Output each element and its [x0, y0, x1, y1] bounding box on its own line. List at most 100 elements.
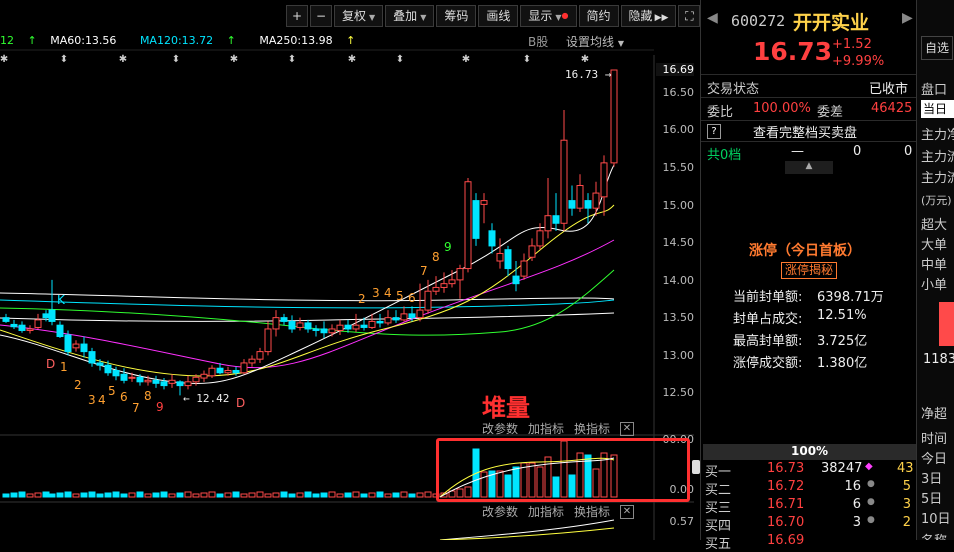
- td-down-count: 6: [120, 390, 128, 404]
- candle-body: [304, 322, 312, 330]
- price-tick: 14.00: [662, 274, 695, 287]
- candle-body: [144, 379, 152, 383]
- sell-total-volume: 0: [853, 144, 862, 159]
- volume-bar: [26, 493, 34, 498]
- bid-label: 买二: [705, 483, 732, 498]
- day-10[interactable]: 10日: [921, 508, 951, 527]
- candle-body: [496, 252, 504, 262]
- dot-icon: ●: [867, 479, 875, 489]
- candle-body: [280, 317, 288, 322]
- volume-bar: [48, 493, 56, 498]
- bid-count: 5: [902, 479, 911, 494]
- bid-price: 16.70: [767, 515, 805, 530]
- candle-body: [256, 351, 264, 360]
- moving-average-line: [0, 312, 615, 322]
- add-indicator-button[interactable]: 加指标: [528, 420, 564, 437]
- watchlist-button[interactable]: 自选: [921, 36, 953, 60]
- volume-bar: [144, 493, 152, 498]
- volume-bar: [2, 493, 10, 498]
- candle-body: [392, 317, 400, 321]
- bid-price: 16.72: [767, 479, 805, 494]
- diamond-icon: ◆: [865, 461, 873, 472]
- day-today[interactable]: 今日: [921, 448, 947, 467]
- limit-up-reveal-button[interactable]: 涨停揭秘: [781, 262, 838, 279]
- candle-body: [440, 283, 448, 288]
- tab-today[interactable]: 当日: [921, 100, 954, 118]
- bid-label: 买四: [705, 519, 732, 534]
- size-large-label: 大单: [921, 238, 948, 253]
- td-up-count: 5: [396, 289, 404, 303]
- td-down-count: 7: [132, 401, 140, 415]
- candle-body: [200, 373, 208, 379]
- candle-body: [168, 379, 176, 384]
- weibi-value: 100.00%: [753, 101, 811, 116]
- candle-body: [368, 320, 376, 328]
- candle-body: [336, 324, 344, 331]
- volume-bar: [360, 493, 368, 498]
- switch-indicator-button[interactable]: 换指标: [574, 420, 610, 437]
- volume-bar: [320, 492, 328, 498]
- volume-bar: [64, 491, 72, 498]
- candle-body: [112, 369, 120, 377]
- candle-body: [128, 376, 136, 379]
- volume-bar: [112, 491, 120, 498]
- volume-bar: [400, 491, 408, 498]
- volume-bar: [408, 493, 416, 498]
- bid-label: 买五: [705, 537, 732, 552]
- candle-body: [184, 381, 192, 387]
- candle-body: [2, 317, 10, 322]
- add-indicator-button-2[interactable]: 加指标: [528, 503, 564, 520]
- tab-pankou[interactable]: 盘口: [921, 79, 947, 98]
- stock-code: 600272: [731, 12, 786, 30]
- day-5[interactable]: 5日: [921, 488, 942, 507]
- close-indicator-icon[interactable]: ✕: [620, 505, 634, 519]
- marker-icon: ⬍: [523, 54, 531, 65]
- next-stock-icon[interactable]: ▶: [902, 10, 913, 26]
- candle-body: [552, 215, 560, 224]
- td-down-count: 1: [60, 360, 68, 374]
- volume-bar: [312, 493, 320, 498]
- marker-icon: ✱: [348, 54, 356, 65]
- main-flow-label-1: 主力净: [921, 128, 954, 143]
- volume-bar: [288, 493, 296, 498]
- volume-bar: [424, 491, 432, 498]
- marker-icon: ✱: [581, 54, 589, 65]
- kline-chart-area[interactable]: + − 复权 ▼ 叠加 ▼ 筹码 画线 显示 ▼● 简约 隐藏 ▶▶ ⛶ 12 ↑ MA…: [0, 0, 701, 540]
- candle-body: [592, 192, 600, 209]
- td-down-count: 2: [74, 378, 82, 392]
- candle-body: [376, 320, 384, 324]
- change-params-button-2[interactable]: 改参数: [482, 503, 518, 520]
- candle-body: [56, 324, 64, 338]
- limit-row-label: 当前封单额:: [733, 290, 803, 305]
- resize-handle[interactable]: [692, 460, 700, 474]
- switch-indicator-button-2[interactable]: 换指标: [574, 503, 610, 520]
- high-price-label: 16.73 →: [565, 68, 612, 81]
- day-3[interactable]: 3日: [921, 468, 942, 487]
- volume-bar: [272, 492, 280, 498]
- full-orderbook-link[interactable]: 查看完整档买卖盘: [753, 122, 857, 141]
- volume-bar: [128, 492, 136, 498]
- candle-body: [456, 268, 464, 281]
- volume-bar: [280, 491, 288, 498]
- flow-bar-value: 1183: [923, 352, 954, 367]
- volume-bar: [208, 491, 216, 498]
- close-indicator-icon[interactable]: ✕: [620, 422, 634, 436]
- d-marker-2: D: [236, 396, 246, 410]
- volume-bar: [328, 491, 336, 498]
- quote-panel: ◀ 600272 开开实业 ▶ 16.73 +1.52 +9.99% 交易状态 …: [700, 0, 917, 552]
- marker-icon: ⬍: [172, 54, 180, 65]
- candle-body: [400, 313, 408, 321]
- prev-stock-icon[interactable]: ◀: [707, 10, 718, 26]
- candle-body: [432, 286, 440, 292]
- td-up-count: 4: [384, 286, 392, 300]
- help-icon[interactable]: ?: [707, 124, 721, 139]
- sell-total-label: 共0档: [707, 148, 742, 163]
- candle-body: [504, 249, 512, 270]
- candle-body: [48, 309, 56, 322]
- expand-chevron-icon[interactable]: ▲: [785, 161, 833, 174]
- candle-body: [536, 230, 544, 247]
- candle-body: [352, 324, 360, 330]
- candle-body: [576, 185, 584, 209]
- td-up-count: 9: [444, 240, 452, 254]
- bid-volume: 16: [844, 479, 861, 494]
